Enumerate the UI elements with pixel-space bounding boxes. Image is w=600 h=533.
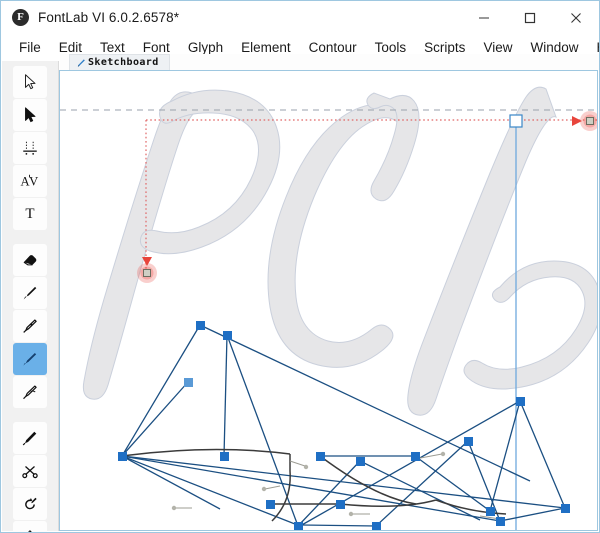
rapid-pen-icon (23, 353, 37, 366)
tunni-tool[interactable] (13, 376, 47, 408)
background-letterforms (82, 86, 597, 416)
window-controls (461, 1, 599, 34)
edit-arrow-tool[interactable] (13, 99, 47, 131)
rapid-draw-tool[interactable] (13, 343, 47, 375)
tab-sketchboard-label: Sketchboard (88, 57, 159, 68)
av-kerning-icon: A V (21, 175, 39, 189)
brush-tool[interactable] (13, 277, 47, 309)
node-square-guide-top[interactable] (509, 114, 523, 128)
svg-text:V: V (29, 175, 38, 189)
brush-icon (23, 286, 37, 300)
toolbar-group-drawing (2, 239, 58, 408)
tunni-pen-icon (23, 385, 37, 400)
metrics-tool[interactable] (13, 132, 47, 164)
pen-tab-icon (77, 58, 85, 67)
paint-bucket-icon (28, 530, 32, 532)
pencil-icon (22, 431, 37, 446)
rotate-icon (25, 497, 37, 510)
eraser-icon (23, 255, 37, 266)
fontlab-window: F FontLab VI 6.0.2.6578* File Edit Text … (0, 0, 600, 533)
eraser-tool[interactable] (13, 244, 47, 276)
rotate-tool[interactable] (13, 488, 47, 520)
menu-item-file[interactable]: File (10, 37, 50, 58)
window-title: FontLab VI 6.0.2.6578* (38, 10, 180, 25)
control-handles (175, 453, 501, 520)
text-tool[interactable]: T (13, 198, 47, 230)
control-handle-dots[interactable] (171, 451, 504, 522)
close-icon[interactable] (553, 1, 599, 34)
fontlab-logo-icon: F (12, 9, 29, 26)
tab-sketchboard[interactable]: Sketchboard (69, 54, 170, 70)
select-arrow-tool[interactable] (13, 66, 47, 98)
kerning-tool[interactable]: A V (13, 165, 47, 197)
title-bar: F FontLab VI 6.0.2.6578* (1, 1, 599, 34)
scissors-icon (22, 466, 38, 479)
tab-strip: Sketchboard (60, 54, 599, 70)
anchor-handle-top-right[interactable] (572, 111, 598, 131)
pen-nib-icon (23, 319, 37, 333)
toolbar-group-shape (2, 417, 58, 532)
knife-tool[interactable] (13, 455, 47, 487)
contour-curve (121, 448, 507, 522)
toolbar-group-selection: A V T (2, 61, 58, 230)
metrics-icon (23, 141, 37, 155)
text-t-icon: T (25, 205, 35, 222)
arrow-outline-icon (25, 74, 36, 90)
paint-bucket-tool[interactable] (13, 521, 47, 532)
pencil-tool[interactable] (13, 422, 47, 454)
arrow-filled-icon (25, 107, 36, 123)
left-toolbar: A V T (2, 61, 59, 532)
minimize-icon[interactable] (461, 1, 507, 34)
sketchboard-canvas[interactable]: c (59, 70, 598, 531)
canvas-artwork: c (60, 86, 598, 530)
maximize-icon[interactable] (507, 1, 553, 34)
pen-tool[interactable] (13, 310, 47, 342)
